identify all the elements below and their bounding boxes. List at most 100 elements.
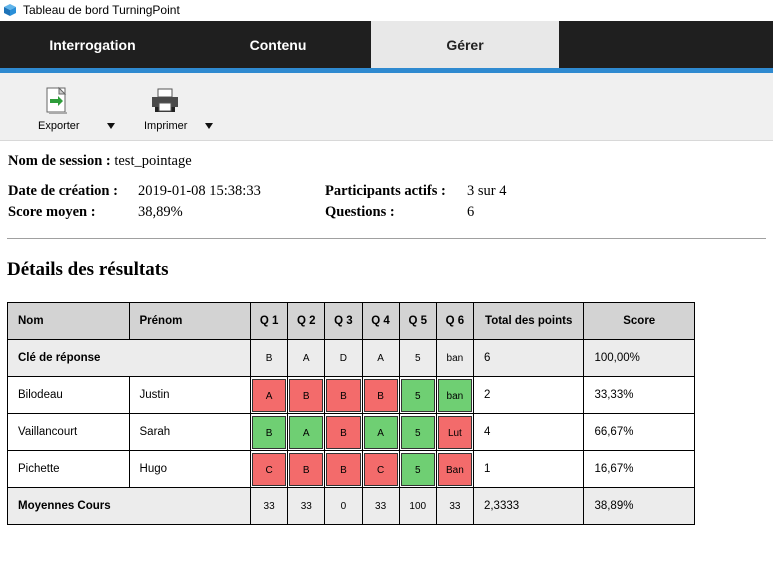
header-score: Score (583, 302, 695, 340)
table-row: Pichette Hugo C B B C 5 Ban 1 16,67% (7, 450, 695, 488)
questions-label: Questions : (325, 204, 395, 221)
answer-cell: B (287, 450, 326, 488)
average-value: 0 (340, 500, 347, 512)
caret-down-icon[interactable] (107, 123, 115, 129)
class-average-label: Moyennes Cours (6, 487, 252, 525)
printer-icon (152, 88, 178, 112)
answer-cell: Lut (435, 413, 474, 451)
tab-gerer[interactable]: Gérer (371, 21, 559, 68)
answer-cell: 5 (398, 413, 437, 451)
average-value: 33 (263, 500, 275, 512)
main-tabbar: Interrogation Contenu Gérer (0, 21, 773, 68)
created-value: 2019-01-08 15:38:33 (138, 183, 261, 199)
participant-first-name: Sarah (128, 413, 252, 451)
print-label: Imprimer (144, 120, 188, 132)
window-titlebar: Tableau de bord TurningPoint (0, 0, 773, 20)
key-answer: ban (446, 352, 464, 364)
answer-cell: B (287, 376, 326, 414)
participant-total: 2 (472, 376, 585, 414)
table-row: Bilodeau Justin A B B B 5 ban 2 33,33% (7, 376, 695, 414)
incorrect-answer: C (363, 452, 398, 486)
tab-contenu[interactable]: Contenu (185, 21, 371, 68)
header-total: Total des points (472, 302, 585, 340)
participant-score: 16,67% (583, 450, 695, 488)
incorrect-answer: B (326, 378, 361, 412)
participant-total: 1 (472, 450, 585, 488)
answer-key-label: Clé de réponse (6, 339, 252, 377)
participants-label-text: Participants actifs : (325, 183, 446, 199)
incorrect-answer: B (289, 452, 324, 486)
participant-first-name: Hugo (128, 450, 252, 488)
answer-cell: C (361, 450, 400, 488)
divider (7, 238, 766, 239)
print-button[interactable]: Imprimer (138, 73, 223, 141)
answer-key-row: Clé de réponse B A D A 5 ban 6 100,00% (6, 339, 695, 377)
avg-score-value: 38,89% (138, 204, 183, 220)
header-q6: Q 6 (435, 302, 474, 340)
participant-last-name: Pichette (7, 450, 130, 488)
header-q4: Q 4 (361, 302, 400, 340)
average-value: 33 (300, 500, 312, 512)
answer-cell: 5 (398, 450, 437, 488)
export-button[interactable]: Exporter (30, 73, 125, 141)
header-first-name: Prénom (128, 302, 252, 340)
header-q3: Q 3 (324, 302, 363, 340)
class-average-row: Moyennes Cours 33 33 0 33 100 33 2,3333 … (6, 487, 695, 525)
participant-last-name: Bilodeau (7, 376, 130, 414)
incorrect-answer: C (252, 452, 287, 486)
header-name: Nom (7, 302, 130, 340)
answer-cell: Ban (435, 450, 474, 488)
answer-cell: B (324, 376, 363, 414)
key-score: 100,00% (583, 339, 695, 377)
participant-total: 4 (472, 413, 585, 451)
caret-down-icon[interactable] (205, 123, 213, 129)
session-name-label: Nom de session : (8, 153, 111, 169)
incorrect-answer: B (326, 415, 361, 449)
key-answer: A (377, 352, 384, 364)
incorrect-answer: B (289, 378, 324, 412)
toolbar: Exporter Imprimer (0, 73, 773, 141)
participant-score: 66,67% (583, 413, 695, 451)
participant-first-name: Justin (128, 376, 252, 414)
session-name-row: Nom de session : test_pointage (8, 153, 192, 170)
key-answer: 5 (414, 352, 421, 364)
average-value: 100 (409, 500, 427, 512)
participant-last-name: Vaillancourt (7, 413, 130, 451)
answer-cell: B (324, 450, 363, 488)
header-q5: Q 5 (398, 302, 437, 340)
answer-cell: B (361, 376, 400, 414)
participants-value: 3 sur 4 (467, 183, 507, 199)
header-q1: Q 1 (250, 302, 289, 340)
session-name-value: test_pointage (114, 153, 192, 169)
correct-answer: 5 (400, 452, 435, 486)
participants-label: Participants actifs : (325, 183, 446, 200)
correct-answer: ban (437, 378, 472, 412)
header-q2: Q 2 (287, 302, 326, 340)
average-value: 33 (449, 500, 461, 512)
incorrect-answer: B (363, 378, 398, 412)
questions-label-text: Questions : (325, 204, 395, 220)
correct-answer: A (363, 415, 398, 449)
answer-cell: A (361, 413, 400, 451)
average-score: 38,89% (583, 487, 695, 525)
incorrect-answer: A (252, 378, 287, 412)
participant-score: 33,33% (583, 376, 695, 414)
table-row: Vaillancourt Sarah B A B A 5 Lut 4 66,67% (7, 413, 695, 451)
answer-cell: A (250, 376, 289, 414)
avg-score-label: Score moyen : (8, 204, 96, 221)
incorrect-answer: B (326, 452, 361, 486)
correct-answer: B (252, 415, 287, 449)
tab-interrogation[interactable]: Interrogation (0, 21, 185, 68)
average-value: 33 (375, 500, 387, 512)
created-label: Date de création : (8, 183, 118, 200)
table-header-row: Nom Prénom Q 1 Q 2 Q 3 Q 4 Q 5 Q 6 Total… (7, 302, 695, 340)
key-answer: D (339, 352, 348, 364)
export-document-icon (46, 86, 67, 114)
incorrect-answer: Ban (437, 452, 472, 486)
average-total: 2,3333 (472, 487, 585, 525)
results-title: Détails des résultats (7, 259, 169, 280)
questions-value: 6 (467, 204, 475, 220)
key-answer: B (265, 352, 273, 364)
cube-icon (4, 4, 16, 16)
window-title: Tableau de bord TurningPoint (23, 3, 180, 17)
